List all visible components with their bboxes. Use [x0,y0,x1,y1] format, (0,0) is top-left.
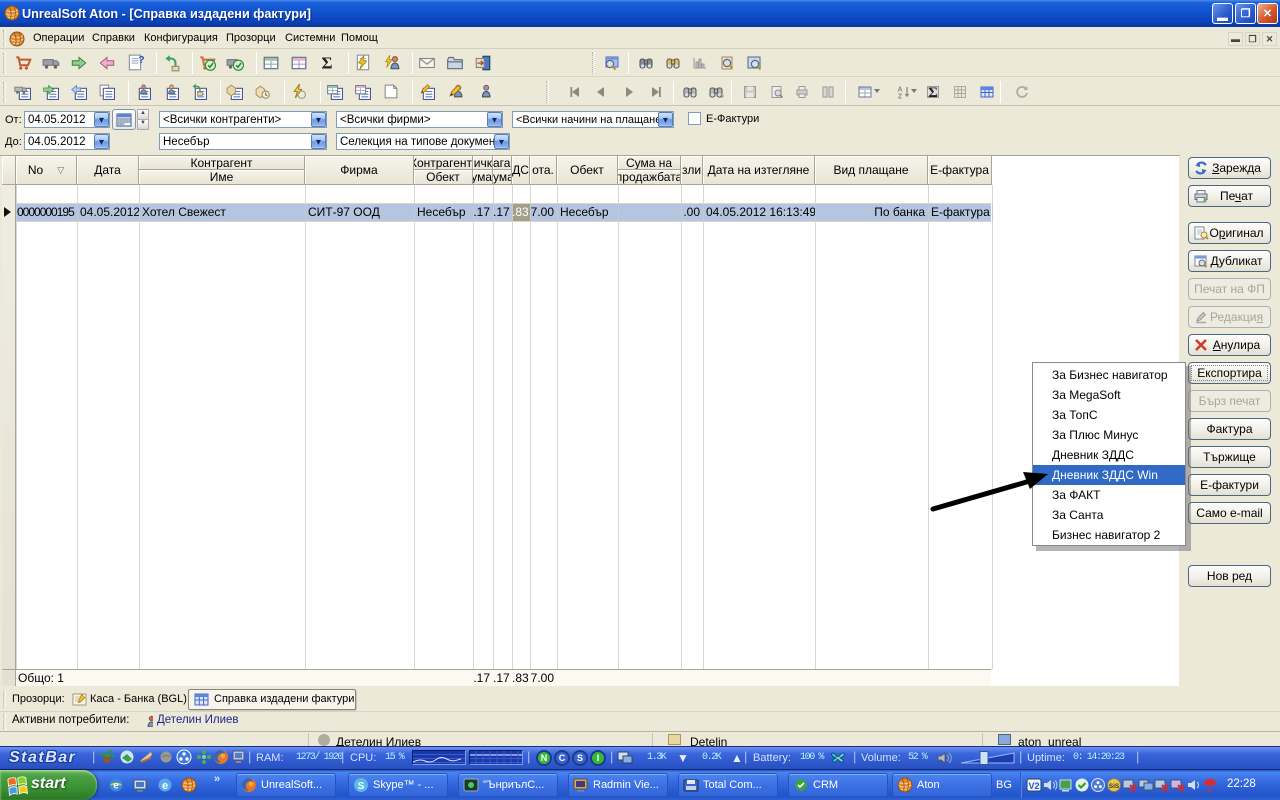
svg-text:e: e [113,781,119,792]
svg-text:S: S [358,781,365,792]
svg-text:e: e [162,780,168,792]
svg-text:Z: Z [898,94,903,101]
svg-text:SiS: SiS [1109,783,1120,790]
svg-text:?: ? [138,55,144,66]
svg-text:A: A [897,87,902,94]
svg-text:V2: V2 [1028,781,1039,791]
svg-text:Σ: Σ [321,54,332,72]
svg-text:Σ: Σ [928,85,938,100]
